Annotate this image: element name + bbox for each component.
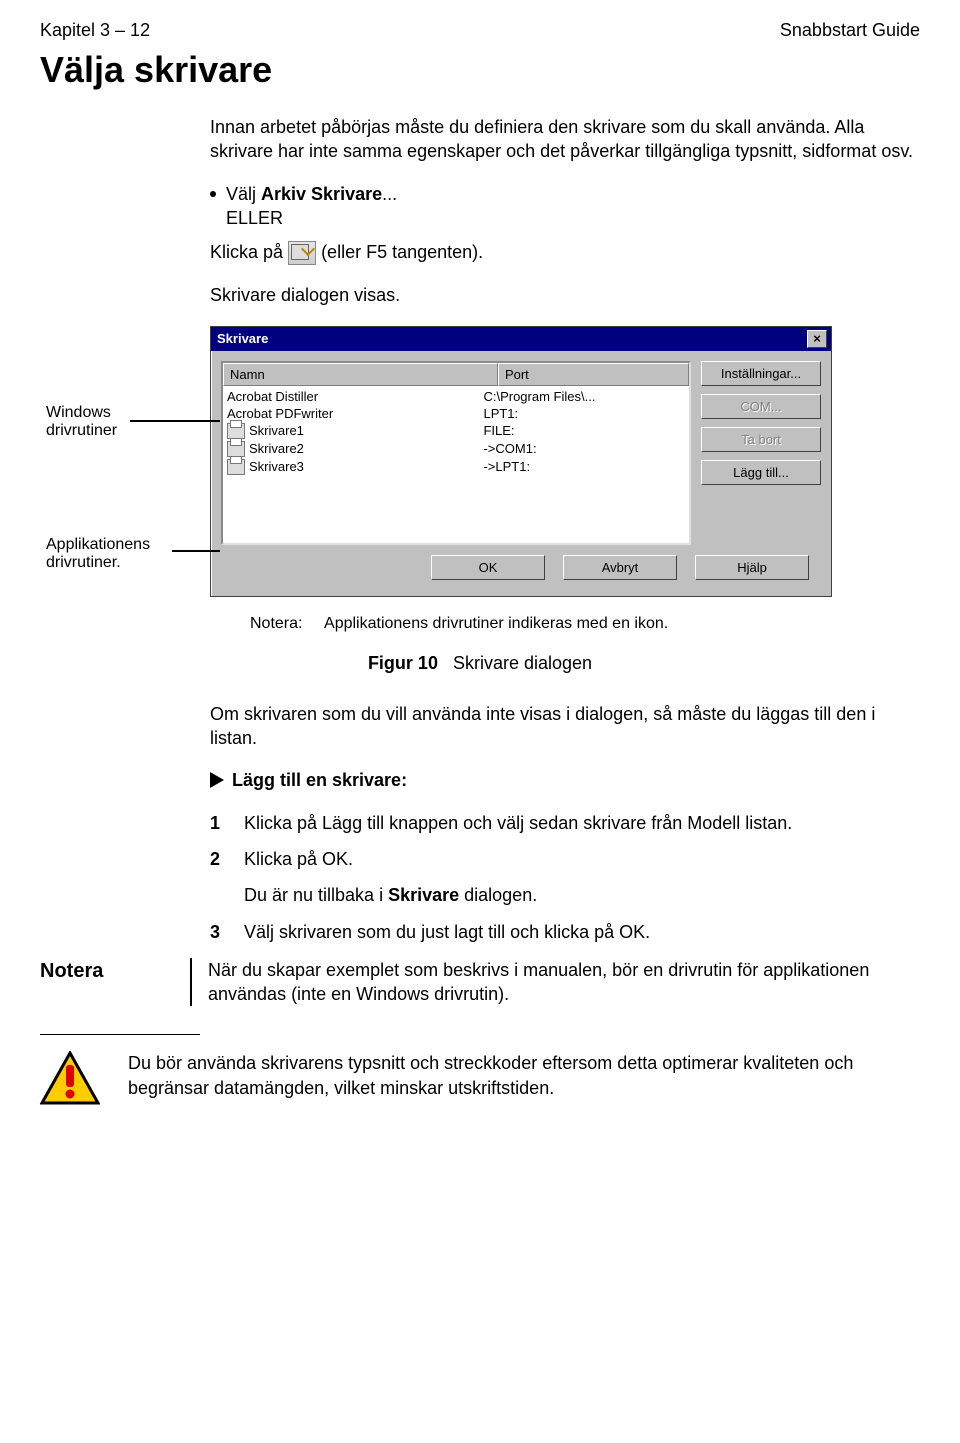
figure-caption: Figur 10 Skrivare dialogen bbox=[40, 653, 920, 674]
step-number bbox=[210, 883, 230, 907]
printer-port: ->COM1: bbox=[483, 441, 685, 456]
step-row: 1 Klicka på Lägg till knappen och välj se… bbox=[210, 811, 920, 835]
inline-note: Notera: Applikationens drivrutiner indik… bbox=[250, 615, 920, 633]
dialog-title: Skrivare bbox=[217, 331, 268, 346]
printer-dialog: Skrivare × Namn Port Acrobat Distiller C:… bbox=[210, 326, 832, 597]
printer-name: Skrivare3 bbox=[249, 459, 304, 474]
bullet-pre: Välj bbox=[226, 184, 261, 204]
warning-icon bbox=[40, 1051, 100, 1105]
warning-text: Du bör använda skrivarens typsnitt och s… bbox=[128, 1051, 920, 1100]
printer-icon bbox=[227, 423, 245, 439]
step-text: Välj skrivaren som du just lagt till och… bbox=[244, 920, 920, 944]
after-dialog-text: Om skrivaren som du vill använda inte vi… bbox=[210, 702, 920, 751]
play-icon bbox=[210, 772, 224, 788]
step-text: Du är nu tillbaka i Skrivare dialogen. bbox=[244, 883, 920, 907]
help-button[interactable]: Hjälp bbox=[695, 555, 809, 580]
callout-line bbox=[172, 550, 220, 552]
com-button: COM... bbox=[701, 394, 821, 419]
or-label: ELLER bbox=[226, 208, 283, 228]
note-text: Applikationens drivrutiner indikeras med… bbox=[324, 615, 668, 632]
printer-port: ->LPT1: bbox=[483, 459, 685, 474]
printer-row[interactable]: Acrobat PDFwriter LPT1: bbox=[223, 405, 689, 422]
step-number: 3 bbox=[210, 920, 230, 944]
ok-button[interactable]: OK bbox=[431, 555, 545, 580]
column-name[interactable]: Namn bbox=[223, 363, 498, 386]
step-number: 1 bbox=[210, 811, 230, 835]
printer-name: Skrivare2 bbox=[249, 441, 304, 456]
step-text: Klicka på Lägg till knappen och välj sed… bbox=[244, 811, 920, 835]
note-label: Notera: bbox=[250, 615, 302, 632]
add-button[interactable]: Lägg till... bbox=[701, 460, 821, 485]
cancel-button[interactable]: Avbryt bbox=[563, 555, 677, 580]
step-row: 3 Välj skrivaren som du just lagt till oc… bbox=[210, 920, 920, 944]
instruction-bullet: Välj Arkiv Skrivare... ELLER bbox=[210, 182, 920, 231]
printer-row[interactable]: Skrivare3 ->LPT1: bbox=[223, 458, 689, 476]
printer-name: Skrivare1 bbox=[249, 423, 304, 438]
settings-button[interactable]: Inställningar... bbox=[701, 361, 821, 386]
step-row: Du är nu tillbaka i Skrivare dialogen. bbox=[210, 883, 920, 907]
printer-icon bbox=[227, 441, 245, 457]
printer-name: Acrobat Distiller bbox=[227, 389, 318, 404]
click-instruction: Klicka på (eller F5 tangenten). bbox=[210, 240, 920, 265]
printer-icon bbox=[227, 459, 245, 475]
callout-app-drivers: Applikationens drivrutiner. bbox=[46, 536, 150, 572]
remove-button: Ta bort bbox=[701, 427, 821, 452]
printer-port: LPT1: bbox=[483, 406, 685, 421]
close-button[interactable]: × bbox=[807, 330, 827, 348]
printer-port: FILE: bbox=[483, 423, 685, 438]
bullet-bold: Arkiv Skrivare bbox=[261, 184, 382, 204]
column-port[interactable]: Port bbox=[498, 363, 689, 386]
printer-row[interactable]: Skrivare2 ->COM1: bbox=[223, 440, 689, 458]
page-title: Välja skrivare bbox=[40, 49, 920, 91]
header-guide: Snabbstart Guide bbox=[780, 20, 920, 41]
printer-list[interactable]: Namn Port Acrobat Distiller C:\Program Fi… bbox=[221, 361, 691, 545]
divider bbox=[40, 1034, 200, 1035]
step-number: 2 bbox=[210, 847, 230, 871]
note-side-label: Notera bbox=[40, 958, 190, 983]
header-chapter: Kapitel 3 – 12 bbox=[40, 20, 150, 41]
note-side-text: När du skapar exemplet som beskrivs i ma… bbox=[190, 958, 920, 1007]
printer-row[interactable]: Skrivare1 FILE: bbox=[223, 422, 689, 440]
add-printer-heading: Lägg till en skrivare: bbox=[210, 768, 920, 792]
callout-windows-drivers: Windows drivrutiner bbox=[46, 404, 117, 440]
printer-name: Acrobat PDFwriter bbox=[227, 406, 333, 421]
step-text: Klicka på OK. bbox=[244, 847, 920, 871]
step-row: 2 Klicka på OK. bbox=[210, 847, 920, 871]
printer-row[interactable]: Acrobat Distiller C:\Program Files\... bbox=[223, 388, 689, 405]
dialog-shown-text: Skrivare dialogen visas. bbox=[210, 283, 920, 307]
bullet-post: ... bbox=[382, 184, 397, 204]
callout-line bbox=[130, 420, 220, 422]
intro-paragraph: Innan arbetet påbörjas måste du definier… bbox=[210, 115, 920, 164]
printer-port: C:\Program Files\... bbox=[483, 389, 685, 404]
bullet-icon bbox=[210, 191, 216, 197]
printer-toolbar-icon bbox=[288, 241, 316, 265]
